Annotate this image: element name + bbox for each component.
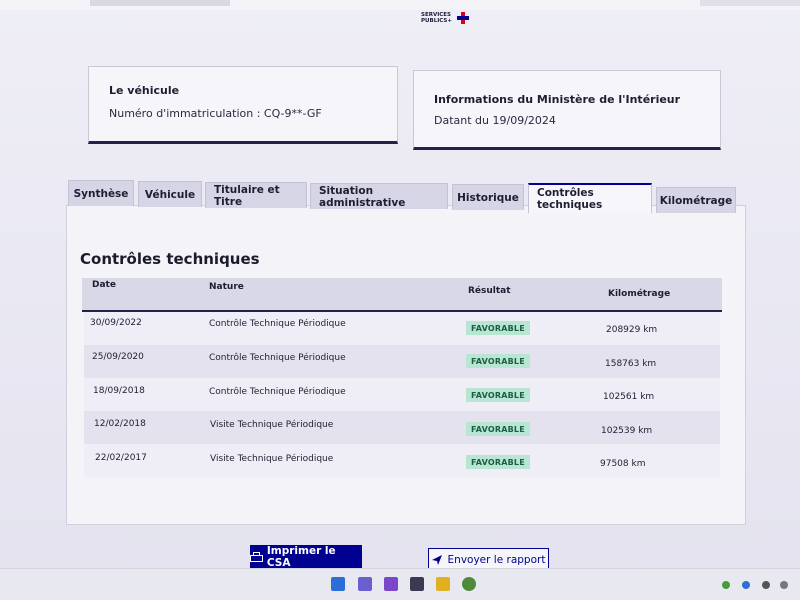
row-date: 25/09/2020 [92,352,144,362]
tab-situation-administrative[interactable]: Situation administrative [310,183,448,209]
header-nature: Nature [209,282,244,292]
ministry-card-date: Datant du 19/09/2024 [434,114,556,127]
tab-bar: Synthèse Véhicule Titulaire et Titre Sit… [68,178,748,213]
row-nature: Visite Technique Périodique [210,420,334,430]
table-row: 12/02/2018 Visite Technique Périodique F… [84,411,720,444]
logo-text: SERVICES PUBLICS+ [421,12,452,24]
tab-label: Titulaire et Titre [214,183,280,208]
tab-vehicule[interactable]: Véhicule [138,181,202,207]
table-row: 22/02/2017 Visite Technique Périodique F… [84,444,720,477]
app-icon[interactable] [384,577,398,591]
services-publics-logo[interactable]: SERVICES PUBLICS+ [421,10,471,26]
row-mileage: 158763 km [605,359,657,369]
row-date: 30/09/2022 [90,318,142,328]
result-badge: FAVORABLE [466,422,530,436]
browser-tab-strip [90,0,230,6]
vehicle-card-title: Le véhicule [109,84,180,97]
vehicle-card: Le véhicule Numéro d'immatriculation : C… [88,66,398,144]
send-button-label: Envoyer le rapport [447,554,546,566]
row-date: 18/09/2018 [93,386,145,396]
tray-icon[interactable] [722,581,730,589]
row-mileage: 102539 km [601,426,653,436]
screen: SERVICES PUBLICS+ Le véhicule Numéro d'i… [0,0,800,600]
app-icon[interactable] [410,577,424,591]
print-button-label: Imprimer le CSA [266,545,336,569]
row-mileage: 97508 km [600,459,646,469]
result-badge: FAVORABLE [466,354,530,368]
tab-synthese[interactable]: Synthèse [68,180,134,206]
folder-icon[interactable] [436,577,450,591]
browser-tab-strip [700,0,800,6]
header-date: Date [92,280,116,290]
tray-icon[interactable] [742,581,750,589]
tab-label: Historique [457,191,519,204]
result-badge: FAVORABLE [466,455,530,469]
tray-icon[interactable] [762,581,770,589]
section-title: Contrôles techniques [80,250,260,268]
table-header: Date Nature Résultat Kilométrage [82,278,722,312]
header-result: Résultat [468,286,511,296]
tray-icon[interactable] [780,581,788,589]
result-badge: FAVORABLE [466,321,530,335]
tab-label: Kilométrage [659,194,733,207]
row-mileage: 102561 km [603,392,655,402]
browser-icon[interactable] [462,577,476,591]
row-date: 12/02/2018 [94,419,146,429]
tab-kilometrage[interactable]: Kilométrage [656,187,736,213]
windows-start-icon[interactable] [331,577,345,591]
tab-label: Contrôles techniques [537,187,603,211]
tab-historique[interactable]: Historique [452,184,524,210]
result-badge: FAVORABLE [466,388,530,402]
taskbar [0,568,800,600]
table-row: 25/09/2020 Contrôle Technique Périodique… [84,345,720,378]
app-icon[interactable] [358,577,372,591]
row-nature: Contrôle Technique Périodique [209,387,346,397]
row-nature: Contrôle Technique Périodique [209,353,346,363]
header-mileage: Kilométrage [608,289,671,299]
tab-titulaire-et-titre[interactable]: Titulaire et Titre [205,182,307,208]
tab-label: Synthèse [73,187,129,200]
tab-label: Situation administrative [319,184,406,209]
table-row: 30/09/2022 Contrôle Technique Périodique… [84,312,720,345]
table-row: 18/09/2018 Contrôle Technique Périodique… [84,378,720,411]
row-mileage: 208929 km [606,325,658,335]
send-icon [431,555,442,565]
registration-number: Numéro d'immatriculation : CQ-9**-GF [109,107,322,120]
browser-top-edge [0,0,800,10]
tab-controles-techniques[interactable]: Contrôles techniques [528,183,652,213]
row-nature: Contrôle Technique Périodique [209,319,346,329]
ministry-card: Informations du Ministère de l'Intérieur… [413,70,721,150]
row-date: 22/02/2017 [95,453,147,463]
ministry-card-title: Informations du Ministère de l'Intérieur [434,93,681,106]
plus-cross-icon [457,12,469,24]
row-nature: Visite Technique Périodique [210,454,334,464]
tab-label: Véhicule [144,188,196,201]
print-csa-button[interactable]: Imprimer le CSA [250,545,362,569]
printer-icon [250,552,263,562]
